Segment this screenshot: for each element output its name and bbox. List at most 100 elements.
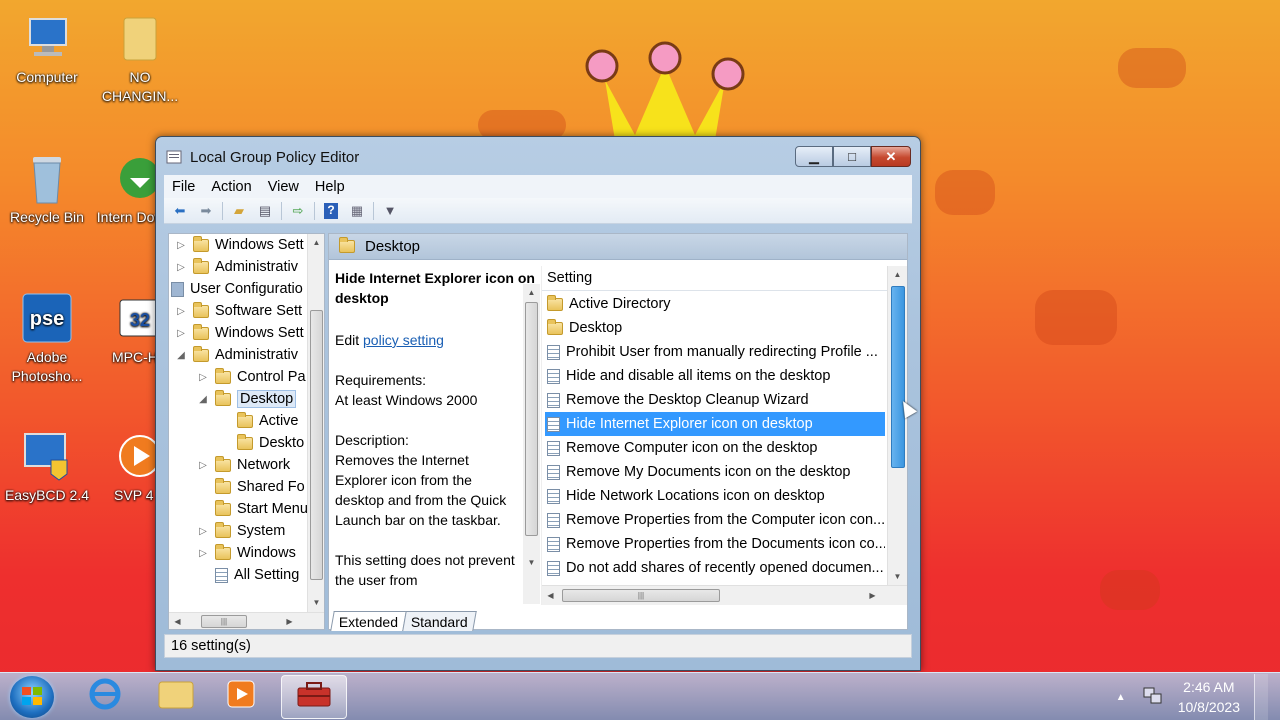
minimize-button[interactable]: ▁ — [795, 146, 833, 167]
up-one-level-button[interactable]: ▰ — [229, 201, 249, 221]
tree-item[interactable]: ▷ Windows Sett — [175, 234, 304, 256]
tree-item[interactable]: User Configuratio — [171, 278, 303, 300]
settings-horizontal-scrollbar[interactable]: ◀ ||| ▶ — [542, 585, 907, 605]
properties-button[interactable]: ▦ — [347, 201, 367, 221]
setting-row[interactable]: Remove Properties from the Computer icon… — [545, 508, 885, 532]
tree-item-label: Active — [259, 413, 299, 429]
scroll-left-arrow-icon[interactable]: ◀ — [542, 587, 559, 604]
setting-row[interactable]: Remove Computer icon on the desktop — [545, 436, 885, 460]
settings-vertical-scrollbar[interactable]: ▲ ▼ — [887, 266, 907, 588]
scroll-up-arrow-icon[interactable]: ▲ — [308, 234, 324, 251]
desktop-icon-folder[interactable]: NO CHANGIN... — [95, 10, 185, 106]
description-scroll-thumb[interactable] — [525, 302, 538, 536]
svg-text:pse: pse — [30, 308, 64, 330]
policy-setting-icon — [547, 440, 560, 456]
desktop-icon-recycle-bin[interactable]: Recycle Bin — [2, 150, 92, 227]
desktop-icon-easybcd[interactable]: EasyBCD 2.4 — [2, 428, 92, 505]
tree-scroll-thumb[interactable] — [310, 310, 323, 580]
scroll-down-arrow-icon[interactable]: ▼ — [523, 554, 540, 571]
expand-arrow-icon[interactable]: ▷ — [175, 306, 187, 317]
console-tree[interactable]: ▷ Windows Sett ▷ Administrativ User Configur… — [168, 233, 325, 630]
desktop-icon-computer[interactable]: Computer — [2, 10, 92, 87]
expand-arrow-icon[interactable]: ▷ — [197, 526, 209, 537]
help-button[interactable]: ? — [321, 201, 341, 221]
tree-item[interactable]: ◢ Desktop — [197, 388, 297, 410]
filter-button[interactable]: ▼ — [380, 201, 400, 221]
maximize-button[interactable]: □ — [833, 146, 871, 167]
start-button[interactable] — [10, 676, 54, 718]
scroll-down-arrow-icon[interactable]: ▼ — [308, 594, 324, 611]
tree-item[interactable]: Active — [219, 410, 299, 432]
expand-arrow-icon[interactable]: ▷ — [175, 240, 187, 251]
setting-row[interactable]: Remove the Desktop Cleanup Wizard — [545, 388, 885, 412]
tree-item[interactable]: ▷ Windows — [197, 542, 296, 564]
expand-arrow-icon[interactable]: ◢ — [175, 350, 187, 361]
tree-item-label: Shared Fo — [237, 479, 305, 495]
tab-standard[interactable]: Standard — [402, 611, 477, 631]
scroll-right-arrow-icon[interactable]: ▶ — [281, 613, 298, 629]
setting-row[interactable]: Prohibit User from manually redirecting … — [545, 340, 885, 364]
settings-list[interactable]: Setting Active Directory Desktop Prohibit … — [541, 266, 907, 605]
scroll-down-arrow-icon[interactable]: ▼ — [889, 568, 906, 585]
tree-item[interactable]: ◢ Administrativ — [175, 344, 298, 366]
taskbar-group-policy-editor[interactable] — [281, 675, 347, 719]
menu-file[interactable]: File — [172, 179, 195, 195]
show-hidden-icons-icon[interactable]: ▲ — [1116, 692, 1126, 703]
setting-row[interactable]: Desktop — [545, 316, 885, 340]
tree-item[interactable]: ▷ Control Pa — [197, 366, 306, 388]
network-icon[interactable] — [1142, 686, 1164, 709]
column-header-setting[interactable]: Setting — [542, 266, 887, 291]
expand-arrow-icon[interactable]: ▷ — [175, 262, 187, 273]
folder-icon — [339, 237, 355, 253]
expand-arrow-icon[interactable]: ▷ — [197, 460, 209, 471]
setting-row[interactable]: Remove My Documents icon on the desktop — [545, 460, 885, 484]
scroll-right-arrow-icon[interactable]: ▶ — [864, 587, 881, 604]
clock[interactable]: 2:46 AM 10/8/2023 — [1178, 677, 1240, 717]
tree-item[interactable]: Deskto — [219, 432, 304, 454]
setting-row[interactable]: Remove Properties from the Documents ico… — [545, 532, 885, 556]
scroll-left-arrow-icon[interactable]: ◀ — [169, 613, 186, 629]
menu-view[interactable]: View — [268, 179, 299, 195]
setting-row[interactable]: Do not add shares of recently opened doc… — [545, 556, 885, 580]
scroll-up-arrow-icon[interactable]: ▲ — [523, 284, 540, 301]
close-button[interactable]: ✕ — [871, 146, 911, 167]
export-list-button[interactable]: ⇨ — [288, 201, 308, 221]
taskbar-media-player[interactable] — [208, 675, 274, 719]
tree-item[interactable]: ▷ Software Sett — [175, 300, 302, 322]
setting-row[interactable]: Hide Network Locations icon on desktop — [545, 484, 885, 508]
expand-arrow-icon[interactable]: ▷ — [175, 328, 187, 339]
tree-item[interactable]: ▷ Windows Sett — [175, 322, 304, 344]
tree-horizontal-scrollbar[interactable]: ◀ ||| ▶ — [169, 612, 324, 629]
expand-arrow-icon[interactable]: ▷ — [197, 372, 209, 383]
expand-arrow-icon[interactable]: ▷ — [197, 548, 209, 559]
taskbar-windows-explorer[interactable] — [143, 675, 209, 719]
tree-hscroll-thumb[interactable]: ||| — [201, 615, 247, 628]
back-button[interactable]: ⬅ — [170, 201, 190, 221]
title-bar[interactable]: Local Group Policy Editor ▁ □ ✕ — [156, 137, 920, 175]
menu-help[interactable]: Help — [315, 179, 345, 195]
show-hide-tree-button[interactable]: ▤ — [255, 201, 275, 221]
tree-item[interactable]: Shared Fo — [197, 476, 305, 498]
taskbar-internet-explorer[interactable] — [72, 675, 138, 719]
scroll-up-arrow-icon[interactable]: ▲ — [889, 266, 906, 283]
tab-extended[interactable]: Extended — [330, 611, 407, 631]
tree-item[interactable]: All Setting — [197, 564, 299, 586]
edit-policy-link[interactable]: policy setting — [363, 332, 444, 348]
tree-item[interactable]: ▷ System — [197, 520, 285, 542]
settings-scroll-thumb[interactable] — [891, 286, 905, 468]
menu-action[interactable]: Action — [211, 179, 251, 195]
forward-button[interactable]: ➡ — [196, 201, 216, 221]
description-scrollbar[interactable]: ▲ ▼ — [523, 284, 540, 604]
expand-arrow-icon[interactable]: ◢ — [197, 394, 209, 405]
tree-item[interactable]: ▷ Network — [197, 454, 290, 476]
desktop-icon-photoshop[interactable]: pse Adobe Photosho... — [2, 290, 92, 386]
setting-row[interactable]: Active Directory — [545, 292, 885, 316]
settings-hscroll-thumb[interactable]: ||| — [562, 589, 720, 602]
back-arrow-icon: ⬅ — [174, 202, 186, 218]
tree-vertical-scrollbar[interactable]: ▲ ▼ — [307, 234, 324, 612]
setting-row[interactable]: Hide and disable all items on the deskto… — [545, 364, 885, 388]
tree-item[interactable]: ▷ Administrativ — [175, 256, 298, 278]
setting-row[interactable]: Hide Internet Explorer icon on desktop — [545, 412, 885, 436]
tree-item[interactable]: Start Menu — [197, 498, 308, 520]
show-desktop-button[interactable] — [1254, 674, 1268, 720]
